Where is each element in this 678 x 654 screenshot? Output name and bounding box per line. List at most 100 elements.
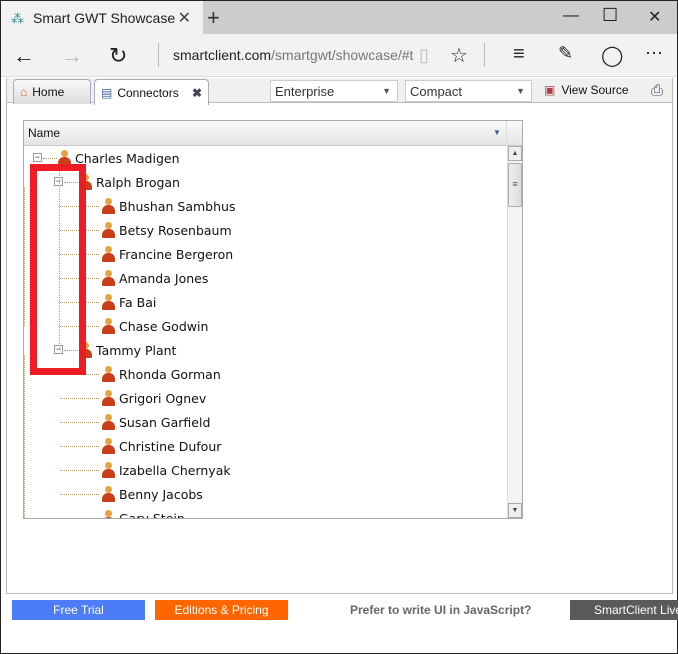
node-label: Christine Dufour [119, 438, 222, 454]
prefer-javascript-text: Prefer to write UI in JavaScript? [350, 603, 532, 617]
node-label: Amanda Jones [119, 270, 209, 286]
scroll-thumb[interactable]: ≡ [508, 163, 522, 207]
person-icon [101, 198, 115, 214]
person-icon [101, 414, 115, 430]
back-icon[interactable]: ← [13, 43, 35, 69]
person-icon [101, 390, 115, 406]
tree-node[interactable]: Grigori Ognev [101, 386, 206, 410]
tree-node[interactable]: Francine Bergeron [101, 242, 233, 266]
tree-node[interactable]: Gary Stein [101, 506, 185, 518]
node-label: Tammy Plant [96, 342, 177, 358]
tree-node[interactable]: Fa Bai [101, 290, 156, 314]
person-icon [101, 510, 115, 518]
node-label: Ralph Brogan [96, 174, 180, 190]
free-trial-button[interactable]: Free Trial [12, 600, 145, 620]
person-icon [101, 294, 115, 310]
close-tab-icon[interactable]: ✖ [192, 86, 202, 100]
collapse-icon[interactable]: − [33, 153, 42, 162]
tab-label: Connectors [117, 85, 179, 100]
node-label: Rhonda Gorman [119, 366, 221, 382]
column-name-label: Name [28, 126, 61, 140]
node-label: Fa Bai [119, 294, 157, 310]
node-label: Bhushan Sambhus [119, 198, 236, 214]
maximize-icon[interactable]: ☐ [602, 5, 618, 26]
url-host: smartclient.com [173, 47, 272, 63]
tree-node[interactable]: Bhushan Sambhus [101, 194, 235, 218]
tree-connector [43, 158, 57, 159]
node-label: Betsy Rosenbaum [119, 222, 232, 238]
tree-connector [24, 355, 25, 518]
tree-node[interactable]: Benny Jacobs [101, 482, 203, 506]
scroll-down-icon[interactable]: ▼ [508, 503, 522, 518]
tree-node[interactable]: Tammy Plant [78, 338, 176, 362]
tree-node[interactable]: Ralph Brogan [78, 170, 180, 194]
divider [484, 43, 485, 67]
skin-select[interactable]: Enterprise ▼ [270, 80, 398, 102]
minimize-icon[interactable]: — [563, 7, 579, 25]
tree-node[interactable]: Rhonda Gorman [101, 362, 221, 386]
tree-node[interactable]: Christine Dufour [101, 434, 221, 458]
person-icon [101, 246, 115, 262]
node-label: Charles Madigen [75, 150, 180, 166]
tree-connector [60, 398, 99, 399]
tree-connector [60, 470, 99, 471]
reading-view-icon[interactable]: ▯ [419, 45, 429, 66]
scroll-up-icon[interactable]: ▲ [508, 146, 522, 161]
new-tab-icon[interactable]: + [207, 5, 220, 31]
close-window-icon[interactable]: ✕ [648, 7, 661, 27]
tab-home[interactable]: ⌂ Home [13, 79, 91, 104]
list-icon: ▤ [101, 85, 113, 100]
highlight-box [30, 164, 86, 375]
person-icon [101, 438, 115, 454]
tree-connector [60, 422, 99, 423]
node-label: Gary Stein [119, 510, 185, 519]
print-icon[interactable]: ⎙ [651, 82, 663, 99]
view-source-label: View Source [561, 83, 629, 97]
hub-icon[interactable]: ≡ [513, 43, 525, 66]
close-tab-icon[interactable]: ✕ [178, 8, 191, 28]
person-icon [101, 270, 115, 286]
tree-node[interactable]: Izabella Chernyak [101, 458, 231, 482]
tab-title: Smart GWT Showcase [33, 9, 176, 26]
tab-label: Home [32, 85, 65, 99]
view-source-button[interactable]: ▣ View Source [544, 83, 629, 97]
tree-node[interactable]: Amanda Jones [101, 266, 208, 290]
tree-connector [24, 187, 25, 326]
person-icon [101, 366, 115, 382]
column-header[interactable]: Name ▼ [24, 121, 522, 146]
person-icon [101, 222, 115, 238]
home-icon: ⌂ [20, 85, 28, 99]
node-label: Benny Jacobs [119, 486, 203, 502]
node-label: Susan Garfield [119, 414, 211, 430]
web-note-icon[interactable]: ✎ [558, 43, 573, 64]
chevron-down-icon: ▼ [516, 86, 525, 96]
skin-value: Enterprise [275, 83, 335, 99]
more-icon[interactable]: ⋯ [645, 43, 663, 64]
person-icon [101, 462, 115, 478]
density-value: Compact [410, 83, 463, 99]
tree-connector [60, 446, 99, 447]
tree-node[interactable]: Susan Garfield [101, 410, 210, 434]
refresh-icon[interactable]: ↻ [109, 43, 127, 69]
address-bar[interactable]: smartclient.com/smartgwt/showcase/#t [173, 47, 413, 63]
forward-icon[interactable]: → [61, 43, 83, 69]
smartclient-live-button[interactable]: SmartClient Live [570, 600, 678, 620]
tree-node[interactable]: Chase Godwin [101, 314, 208, 338]
node-label: Francine Bergeron [119, 246, 234, 262]
density-select[interactable]: Compact ▼ [405, 80, 532, 102]
divider [158, 43, 159, 67]
source-icon: ▣ [544, 83, 556, 97]
tab-connectors[interactable]: ▤ Connectors ✖ [94, 79, 209, 105]
tree-connector [60, 494, 99, 495]
favorite-star-icon[interactable]: ☆ [450, 43, 468, 68]
tree-grid: Name ▼ Charles Madigen − Ralph Brogan − Bhus… [23, 120, 523, 519]
vertical-scrollbar[interactable]: ▲ ≡ ▼ [507, 146, 522, 518]
tree-node[interactable]: Betsy Rosenbaum [101, 218, 232, 242]
sort-menu-icon[interactable]: ▼ [493, 128, 501, 137]
share-icon[interactable]: ◯ [601, 43, 623, 68]
tree-body: Charles Madigen − Ralph Brogan − Bhushan Sam… [24, 146, 507, 518]
node-label: Izabella Chernyak [119, 462, 231, 478]
editions-pricing-button[interactable]: Editions & Pricing [155, 600, 288, 620]
browser-tab[interactable]: ⁂ Smart GWT Showcase ✕ [1, 1, 203, 34]
person-icon [101, 318, 115, 334]
